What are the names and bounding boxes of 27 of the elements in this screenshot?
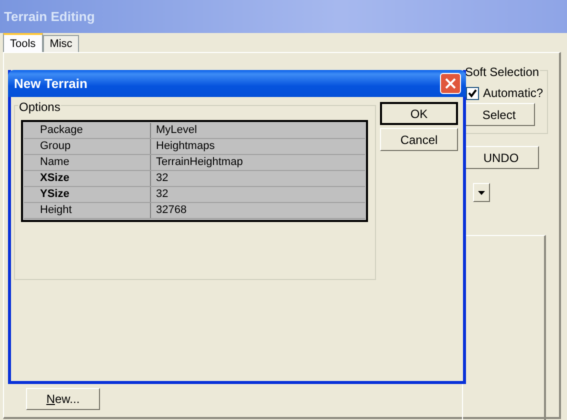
property-name: XSize bbox=[24, 171, 151, 186]
caret-icon bbox=[478, 190, 485, 194]
tab[interactable]: Misc bbox=[42, 35, 80, 52]
property-value[interactable]: TerrainHeightmap bbox=[151, 155, 365, 170]
dialog-button[interactable]: OK bbox=[380, 102, 458, 125]
close-button[interactable] bbox=[440, 73, 461, 94]
property-value[interactable]: 32 bbox=[151, 187, 365, 202]
property-value[interactable]: MyLevel bbox=[151, 123, 365, 138]
window-title: Terrain Editing bbox=[4, 8, 95, 26]
property-name: Height bbox=[24, 203, 151, 218]
dropdown-button[interactable] bbox=[473, 183, 490, 202]
dialog-title: New Terrain bbox=[14, 74, 88, 93]
property-name: Package bbox=[24, 123, 151, 138]
dialog-button[interactable]: Cancel bbox=[380, 128, 458, 151]
property-name: Group bbox=[24, 139, 151, 154]
select-button[interactable]: Select bbox=[463, 103, 535, 126]
new-button[interactable]: New... bbox=[26, 388, 100, 410]
checkbox-label: Automatic? bbox=[483, 85, 544, 102]
checkbox[interactable] bbox=[466, 86, 479, 100]
tab[interactable]: Tools bbox=[3, 33, 43, 52]
close-icon bbox=[445, 78, 456, 89]
property-name: YSize bbox=[24, 187, 151, 202]
property-value[interactable]: 32768 bbox=[151, 203, 365, 218]
property-value[interactable]: Heightmaps bbox=[151, 139, 365, 154]
property-name: Name bbox=[24, 155, 151, 170]
undo-button[interactable]: UNDO bbox=[463, 146, 539, 169]
property-value[interactable]: 32 bbox=[151, 171, 365, 186]
